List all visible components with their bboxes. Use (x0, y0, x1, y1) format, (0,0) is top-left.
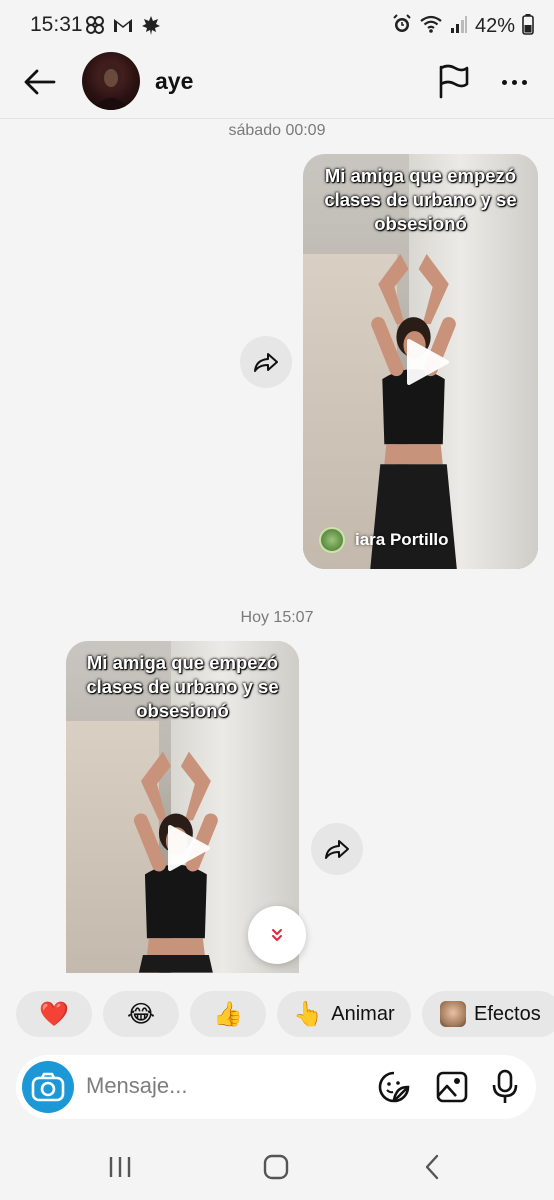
effects-label: Efectos (474, 1002, 541, 1025)
sticker-button[interactable] (376, 1069, 412, 1105)
author-name: iara Portillo (355, 530, 449, 549)
back-chevron-icon (425, 1154, 439, 1180)
gallery-button[interactable] (434, 1069, 470, 1105)
more-horizontal-icon (501, 79, 527, 85)
gmail-icon (112, 14, 134, 41)
more-options-button[interactable] (494, 63, 534, 101)
signal-icon (450, 14, 468, 39)
animar-label: Animar (331, 1002, 395, 1025)
maple-leaf-icon (140, 14, 162, 41)
share-arrow-icon (325, 840, 349, 859)
author-avatar (319, 527, 345, 553)
laugh-emoji-icon: 😂 (126, 1000, 156, 1028)
message-input[interactable]: Mensaje... (86, 1073, 188, 1099)
home-icon (263, 1154, 289, 1180)
chat-header: aye (0, 46, 554, 118)
sticker-icon (378, 1071, 410, 1103)
report-button[interactable] (436, 63, 474, 101)
effects-button[interactable]: Efectos (422, 991, 554, 1037)
home-button[interactable] (256, 1152, 296, 1182)
battery-icon (522, 13, 534, 40)
microphone-icon (492, 1069, 518, 1103)
voice-button[interactable] (487, 1069, 523, 1105)
effects-thumbnail (440, 1001, 466, 1027)
reaction-laugh[interactable]: 😂 (103, 991, 179, 1037)
wifi-icon (419, 14, 443, 39)
reaction-heart[interactable]: ❤️ (16, 991, 92, 1037)
back-nav-button[interactable] (412, 1152, 452, 1182)
avatar[interactable] (82, 52, 140, 110)
quick-reactions: ❤️ 😂 👍 👆 Animar Efectos (16, 991, 554, 1039)
reaction-animar[interactable]: 👆 Animar (277, 991, 411, 1037)
system-nav-bar (0, 1140, 554, 1200)
thumbs-up-icon: 👍 (213, 1000, 243, 1028)
share-button[interactable] (311, 823, 363, 875)
reel-caption: Mi amiga que empezó clases de urbano y s… (324, 165, 517, 234)
flag-icon (439, 64, 469, 99)
camera-button[interactable] (22, 1061, 74, 1113)
reel-caption: Mi amiga que empezó clases de urbano y s… (86, 652, 279, 721)
pinwheel-icon (84, 14, 106, 41)
camera-icon (31, 1072, 65, 1102)
reel-author[interactable]: iara Portillo (319, 527, 449, 553)
back-button[interactable] (20, 62, 60, 102)
reaction-thumbs-up[interactable]: 👍 (190, 991, 266, 1037)
status-bar: 15:31 42% (0, 0, 554, 52)
contact-username[interactable]: aye (155, 68, 193, 95)
heart-icon: ❤️ (39, 1000, 69, 1028)
message-composer: Mensaje... (16, 1055, 536, 1119)
double-chevron-down-icon (272, 929, 282, 941)
arrow-left-icon (24, 69, 56, 95)
battery-percent: 42% (474, 15, 515, 37)
pointing-hand-icon: 👆 (293, 1000, 324, 1028)
recent-apps-icon (109, 1157, 131, 1177)
gallery-icon (436, 1071, 468, 1103)
status-time: 15:31 (30, 13, 83, 36)
reel-thumbnail (370, 253, 458, 569)
header-divider (0, 118, 554, 119)
timestamp: sábado 00:09 (228, 122, 326, 139)
share-button[interactable] (240, 336, 292, 388)
scroll-to-bottom-button[interactable] (248, 906, 306, 964)
play-icon[interactable] (401, 337, 451, 387)
recent-apps-button[interactable] (100, 1152, 140, 1182)
reel-card-sent[interactable]: Mi amiga que empezó clases de urbano y s… (303, 154, 538, 569)
timestamp: Hoy 15:07 (240, 609, 314, 626)
alarm-icon (392, 14, 412, 39)
play-icon[interactable] (162, 823, 212, 873)
share-arrow-icon (254, 353, 278, 372)
